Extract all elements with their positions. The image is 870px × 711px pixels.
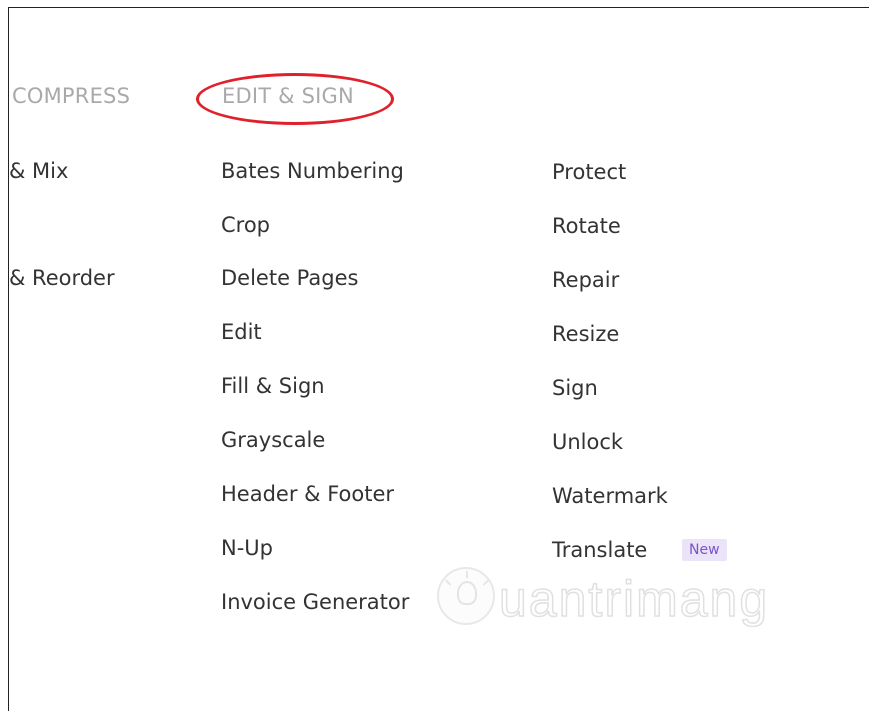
menu-item-rotate[interactable]: Rotate [552, 214, 621, 238]
watermark-logo: uantrimang [437, 564, 817, 636]
menu-item-edit[interactable]: Edit [221, 320, 262, 344]
menu-item-fill-sign[interactable]: Fill & Sign [221, 374, 325, 398]
menu-item-n-up[interactable]: N-Up [221, 536, 273, 560]
menu-item-watermark[interactable]: Watermark [552, 484, 668, 508]
menu-item-unlock[interactable]: Unlock [552, 430, 623, 454]
lightbulb-icon [437, 567, 495, 625]
menu-item-crop[interactable]: Crop [221, 213, 270, 237]
menu-item-bates-numbering[interactable]: Bates Numbering [221, 159, 404, 183]
menu-item-translate[interactable]: Translate [552, 538, 647, 562]
menu-item-header-footer[interactable]: Header & Footer [221, 482, 394, 506]
highlight-ellipse [196, 73, 394, 125]
menu-item-grayscale[interactable]: Grayscale [221, 428, 325, 452]
menu-item-sign[interactable]: Sign [552, 376, 598, 400]
watermark-text: uantrimang [498, 570, 770, 628]
menu-item-merge-mix[interactable]: & Mix [9, 159, 68, 183]
menu-item-delete-pages[interactable]: Delete Pages [221, 266, 358, 290]
new-badge: New [682, 539, 727, 561]
compress-heading[interactable]: COMPRESS [12, 84, 130, 108]
menu-item-protect[interactable]: Protect [552, 160, 626, 184]
menu-item-organize-reorder[interactable]: & Reorder [9, 266, 115, 290]
menu-item-invoice-generator[interactable]: Invoice Generator [221, 590, 409, 614]
menu-item-repair[interactable]: Repair [552, 268, 619, 292]
menu-item-resize[interactable]: Resize [552, 322, 619, 346]
